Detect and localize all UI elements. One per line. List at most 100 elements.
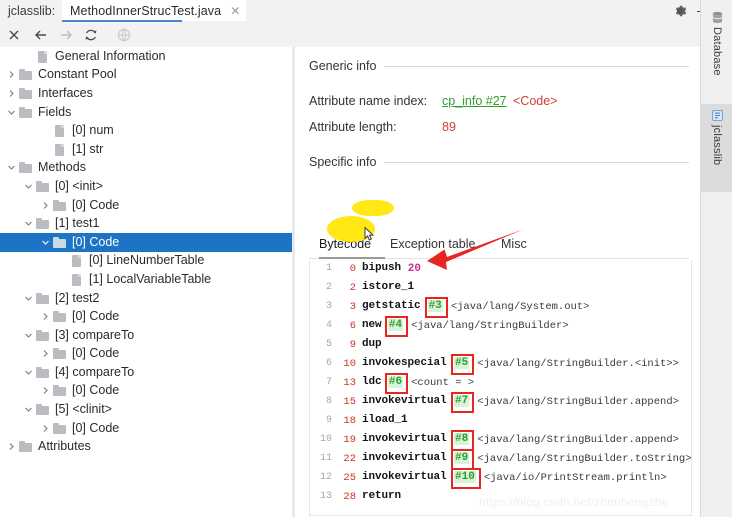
chevron-down-icon[interactable]	[23, 367, 34, 378]
tool-tab-jclasslib[interactable]: jclasslib	[701, 104, 732, 192]
file-icon	[70, 254, 84, 268]
chevron-right-icon[interactable]	[6, 88, 17, 99]
bytecode-descriptor: <java/lang/StringBuilder.append>	[477, 434, 679, 446]
tree-row[interactable]: [2] test2	[0, 289, 292, 308]
chevron-right-icon[interactable]	[40, 311, 51, 322]
browse-globe-icon	[116, 27, 132, 43]
reload-icon[interactable]	[83, 27, 99, 43]
tool-tab-database[interactable]: Database	[701, 6, 732, 90]
attribute-name-index-link[interactable]: cp_info #27	[442, 94, 507, 108]
chevron-right-icon[interactable]	[6, 69, 17, 80]
file-icon	[36, 50, 50, 63]
bytecode-offset: 13	[343, 377, 356, 389]
tree-row[interactable]: [5] <clinit>	[0, 400, 292, 419]
tree-row-label: [1] str	[72, 141, 104, 156]
section-rule	[384, 66, 689, 67]
folder-icon	[19, 87, 33, 100]
tree-row[interactable]: [0] LineNumberTable	[0, 252, 292, 271]
chevron-down-icon[interactable]	[6, 107, 17, 118]
tree-row[interactable]: [0] num	[0, 121, 292, 140]
chevron-right-icon[interactable]	[40, 200, 51, 211]
bytecode-line[interactable]: 8 15 invokevirtual #7 <java/lang/StringBuild…	[310, 392, 691, 413]
chevron-down-icon[interactable]	[23, 404, 34, 415]
bytecode-line-number: 11	[319, 453, 332, 464]
bytecode-line[interactable]: 12 25 invokevirtual #10 <java/io/PrintStream…	[310, 468, 691, 489]
bytecode-line[interactable]: 4 6 new #4 <java/lang/StringBuilder>	[310, 316, 691, 337]
bytecode-line-number: 12	[319, 472, 332, 483]
tree-row[interactable]: [4] compareTo	[0, 363, 292, 382]
chevron-down-icon[interactable]	[23, 181, 34, 192]
tree-row[interactable]: [0] <init>	[0, 177, 292, 196]
tree-row[interactable]: General Information	[0, 47, 292, 66]
tree-row-label: Attributes	[38, 439, 91, 454]
file-icon	[53, 124, 67, 138]
bytecode-line-number: 1	[325, 263, 332, 274]
mouse-cursor-icon	[362, 226, 376, 243]
bytecode-listing[interactable]: 1 0 bipush 2 0 2 2 istore_1 3 3 getstatic #3 <java/l…	[309, 260, 692, 516]
tree-row-label: [0] LineNumberTable	[89, 253, 205, 268]
right-tool-window-bar: Database jclasslib	[700, 0, 732, 517]
chevron-down-icon[interactable]	[40, 237, 51, 248]
tree-row-label: Interfaces	[38, 85, 93, 100]
chevron-down-icon[interactable]	[6, 162, 17, 173]
constant-pool-ref[interactable]: #3	[427, 300, 443, 312]
chevron-down-icon[interactable]	[23, 293, 34, 304]
tree-row[interactable]: [3] compareTo	[0, 326, 292, 345]
chevron-down-icon[interactable]	[23, 218, 34, 229]
constant-pool-ref[interactable]: #6	[387, 376, 404, 388]
bytecode-line[interactable]: 11 22 invokevirtual #9 <java/lang/StringBuil…	[310, 449, 691, 470]
tree-row[interactable]: [0] Code	[0, 419, 292, 438]
constant-pool-ref[interactable]: #9	[454, 452, 470, 464]
bytecode-descriptor: <count = >	[411, 377, 475, 389]
tree-row[interactable]: Attributes	[0, 437, 292, 456]
tree-row[interactable]: [1] str	[0, 140, 292, 159]
bytecode-offset: 19	[343, 434, 356, 446]
bytecode-line[interactable]: 6 10 invokespecial #5 <java/lang/StringBuild…	[310, 354, 691, 375]
file-tab[interactable]: MethodInnerStrucTest.java ✕	[62, 0, 247, 21]
bytecode-line[interactable]: 9 18 iload_1	[310, 412, 691, 431]
chevron-right-icon[interactable]	[40, 385, 51, 396]
bytecode-line-number: 4	[325, 320, 332, 331]
tree-row[interactable]: [1] LocalVariableTable	[0, 270, 292, 289]
file-tab-label: MethodInnerStrucTest.java	[70, 3, 222, 18]
chevron-right-icon[interactable]	[40, 348, 51, 359]
folder-icon	[36, 292, 50, 305]
bytecode-line[interactable]: 5 9 dup	[310, 336, 691, 355]
close-icon[interactable]: ✕	[230, 5, 240, 17]
bytecode-opcode: getstatic	[362, 300, 421, 312]
plugin-label: jclasslib:	[8, 4, 56, 18]
jclasslib-icon	[711, 109, 724, 122]
constant-pool-ref[interactable]: #5	[454, 357, 470, 369]
constant-pool-ref[interactable]: #7	[454, 395, 470, 407]
tree-row[interactable]: Constant Pool	[0, 66, 292, 85]
class-structure-tree[interactable]: General Information Constant Pool Interfac…	[0, 47, 292, 517]
constant-pool-ref[interactable]: #10	[454, 471, 476, 483]
tree-row[interactable]: [0] Code	[0, 196, 292, 215]
tree-row[interactable]: Interfaces	[0, 84, 292, 103]
tree-row[interactable]: [0] Code	[0, 307, 292, 326]
tree-row-label: [0] Code	[72, 383, 120, 398]
tree-row[interactable]: [0] Code	[0, 382, 292, 401]
chevron-down-icon[interactable]	[23, 330, 34, 341]
tree-row[interactable]: Fields	[0, 103, 292, 122]
back-arrow-icon[interactable]	[33, 27, 49, 43]
tree-row-label: [5] <clinit>	[55, 402, 112, 417]
bytecode-line[interactable]: 7 13 ldc #6 <count = >	[310, 373, 691, 394]
tree-row[interactable]: [0] Code	[0, 232, 292, 252]
chevron-right-icon[interactable]	[40, 423, 51, 434]
bytecode-offset: 6	[349, 320, 356, 332]
folder-icon	[53, 199, 67, 212]
gear-icon[interactable]	[673, 4, 687, 18]
bytecode-line-number: 8	[325, 396, 332, 407]
tree-row[interactable]: [0] Code	[0, 345, 292, 364]
constant-pool-ref[interactable]: #8	[454, 433, 470, 445]
tree-row[interactable]: [1] test1	[0, 214, 292, 233]
bytecode-line[interactable]: 2 2 istore_1	[310, 279, 691, 298]
constant-pool-ref[interactable]: #4	[387, 319, 404, 331]
highlight-marker	[352, 200, 394, 216]
tree-row[interactable]: Methods	[0, 159, 292, 178]
bytecode-line[interactable]: 3 3 getstatic #3 <java/lang/System.out>	[310, 297, 691, 318]
close-icon[interactable]	[6, 27, 22, 43]
chevron-right-icon[interactable]	[6, 441, 17, 452]
bytecode-line[interactable]: 10 19 invokevirtual #8 <java/lang/StringBuil…	[310, 430, 691, 451]
